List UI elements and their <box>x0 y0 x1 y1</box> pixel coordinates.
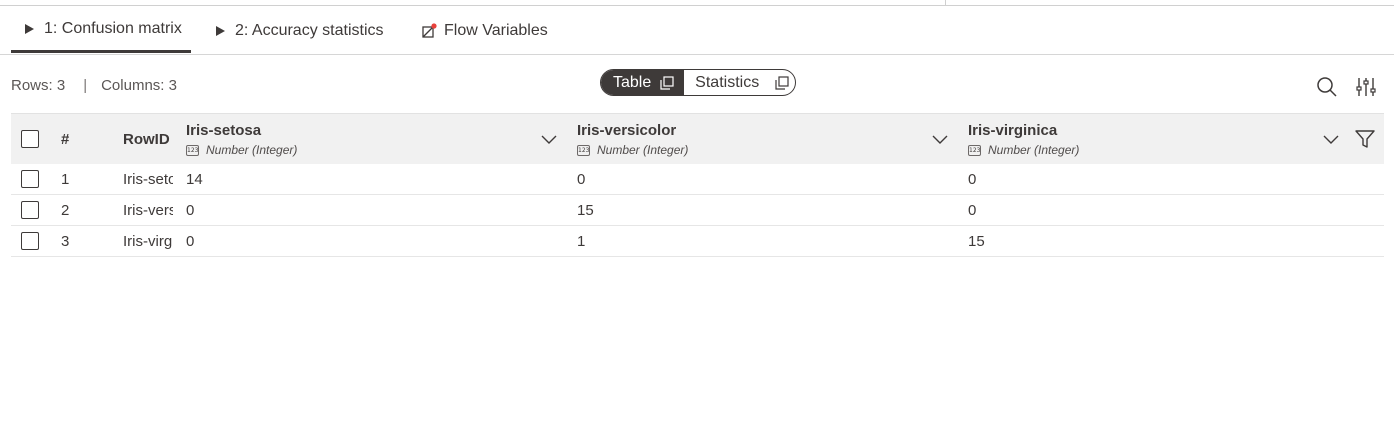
select-all-cell <box>21 114 39 164</box>
table-row[interactable]: 3 Iris-virginica 0 1 15 <box>11 226 1384 257</box>
column-count: Columns: 3 <box>101 77 177 94</box>
cell-iris-setosa: 0 <box>186 201 195 219</box>
info-separator: | <box>83 77 88 94</box>
chevron-down-icon[interactable] <box>1322 130 1340 148</box>
output-tabs: 1: Confusion matrix 2: Accuracy statisti… <box>0 6 1394 55</box>
chevron-down-icon[interactable] <box>540 130 558 148</box>
column-name: Iris-setosa <box>186 122 262 139</box>
column-type: 123 Number (Integer) <box>968 143 1079 157</box>
tab-label: 2: Accuracy statistics <box>235 21 384 39</box>
tab-flow-variables[interactable]: Flow Variables <box>421 6 548 55</box>
open-in-window-icon[interactable] <box>775 75 789 90</box>
row-checkbox[interactable] <box>21 201 39 219</box>
row-select-cell <box>21 195 39 225</box>
row-index: 3 <box>61 232 70 250</box>
cell-iris-versicolor: 15 <box>577 201 594 219</box>
table-view-label: Table <box>613 73 652 91</box>
play-icon <box>212 23 228 39</box>
row-index: 1 <box>61 170 70 188</box>
statistics-view-button[interactable]: Statistics <box>684 70 795 95</box>
column-type-label: Number (Integer) <box>206 143 298 157</box>
tab-confusion-matrix[interactable]: 1: Confusion matrix <box>11 6 191 53</box>
column-type: 123 Number (Integer) <box>186 143 297 157</box>
table-row[interactable]: 1 Iris-setosa 14 0 0 <box>11 164 1384 195</box>
filter-icon[interactable] <box>1354 128 1376 150</box>
row-id: Iris-versicolor <box>123 201 173 219</box>
cell-iris-versicolor: 0 <box>577 170 586 188</box>
select-all-checkbox[interactable] <box>21 130 39 148</box>
column-name: Iris-versicolor <box>577 122 677 139</box>
column-type: 123 Number (Integer) <box>577 143 688 157</box>
column-name: Iris-virginica <box>968 122 1058 139</box>
table-header-row: # RowID Iris-setosa 123 Number (Integer)… <box>11 113 1384 164</box>
flow-variable-icon <box>421 22 437 39</box>
index-header: # <box>61 130 70 148</box>
row-index: 2 <box>61 201 70 219</box>
tab-label: 1: Confusion matrix <box>44 20 182 37</box>
open-in-window-icon[interactable] <box>660 75 674 90</box>
statistics-view-label: Statistics <box>695 73 760 91</box>
sliders-icon[interactable] <box>1355 76 1377 98</box>
tab-label: Flow Variables <box>444 21 548 39</box>
data-table: # RowID Iris-setosa 123 Number (Integer)… <box>11 113 1384 257</box>
column-type-label: Number (Integer) <box>988 143 1080 157</box>
row-count: Rows: 3 <box>11 77 66 94</box>
view-toggle: Table Statistics <box>600 69 796 96</box>
integer-type-icon: 123 <box>577 144 590 156</box>
row-checkbox[interactable] <box>21 170 39 188</box>
tab-accuracy-statistics[interactable]: 2: Accuracy statistics <box>212 6 384 55</box>
rowid-header[interactable]: RowID <box>123 114 170 164</box>
row-id: Iris-setosa <box>123 170 173 188</box>
row-select-cell <box>21 226 39 256</box>
row-checkbox[interactable] <box>21 232 39 250</box>
table-row[interactable]: 2 Iris-versicolor 0 15 0 <box>11 195 1384 226</box>
cell-iris-setosa: 14 <box>186 170 203 188</box>
table-dimensions: Rows: 3 | Columns: 3 <box>11 77 177 94</box>
table-view-button[interactable]: Table <box>601 70 685 95</box>
search-icon[interactable] <box>1316 76 1338 98</box>
chevron-down-icon[interactable] <box>931 130 949 148</box>
play-icon <box>21 21 37 37</box>
column-type-label: Number (Integer) <box>597 143 689 157</box>
cell-iris-virginica: 15 <box>968 232 985 250</box>
cell-iris-setosa: 0 <box>186 232 195 250</box>
cell-iris-virginica: 0 <box>968 170 977 188</box>
row-select-cell <box>21 164 39 194</box>
integer-type-icon: 123 <box>968 144 981 156</box>
integer-type-icon: 123 <box>186 144 199 156</box>
cell-iris-virginica: 0 <box>968 201 977 219</box>
cell-iris-versicolor: 1 <box>577 232 586 250</box>
row-id: Iris-virginica <box>123 232 173 250</box>
